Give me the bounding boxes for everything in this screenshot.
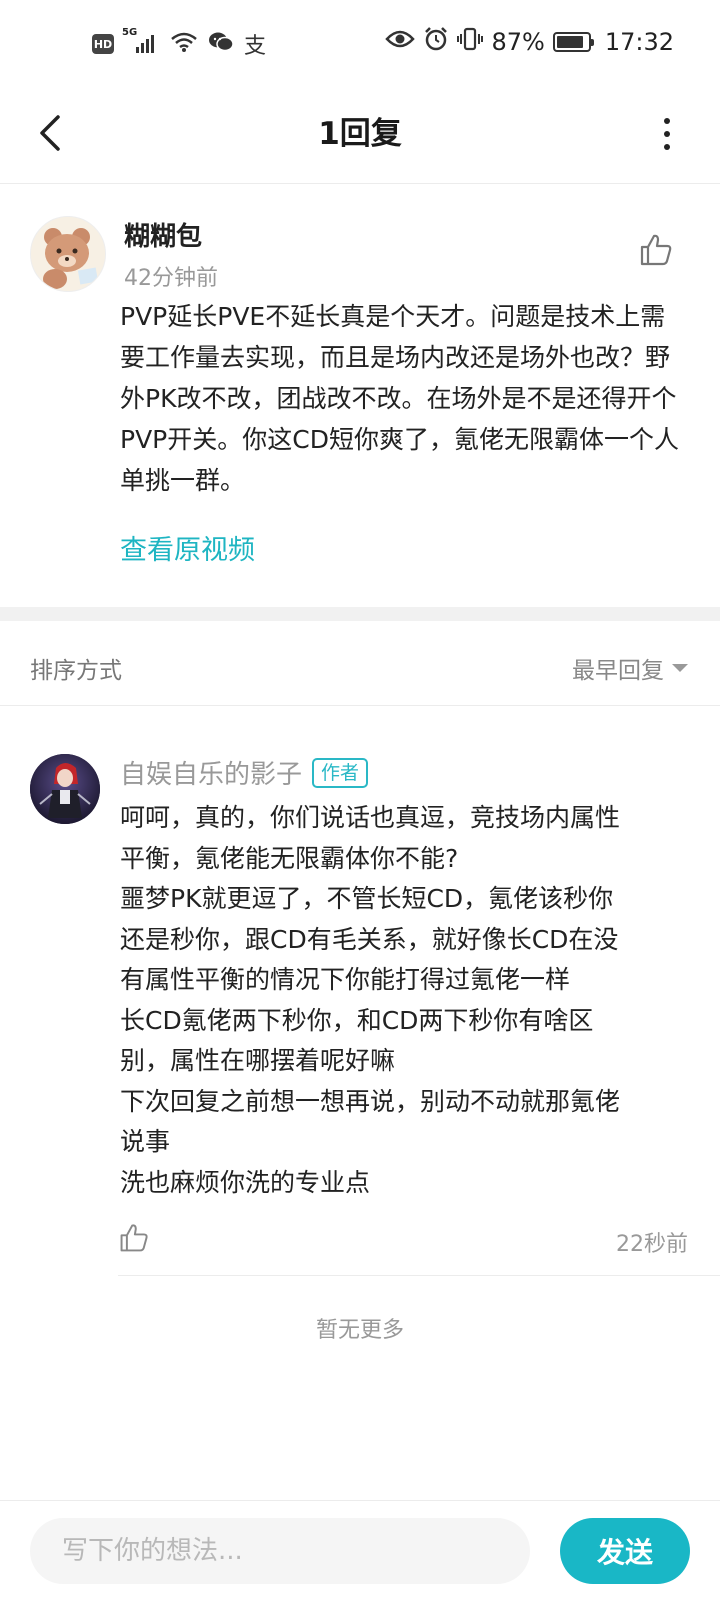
more-dot-icon xyxy=(664,118,670,124)
reply-line: 别，属性在哪摆着呢好嘛 xyxy=(120,1046,396,1075)
author-badge: 作者 xyxy=(312,757,369,788)
vibrate-icon xyxy=(457,26,484,58)
more-dot-icon xyxy=(664,131,670,137)
battery-fill xyxy=(556,36,583,48)
reply-line: 下次回复之前想一想再说，别动不动就那氪佬 xyxy=(120,1086,621,1116)
page-title: 1回复 xyxy=(318,116,402,152)
like-button[interactable] xyxy=(118,1222,150,1254)
caret-down-icon xyxy=(672,664,688,672)
send-button[interactable]: 发送 xyxy=(560,1518,690,1584)
thumbs-up-icon xyxy=(120,1224,148,1252)
battery-percent: 87% xyxy=(491,28,545,56)
reply-line: 呵呵，真的，你们说话也真逗，竞技场内属性 xyxy=(120,803,621,832)
alarm-icon xyxy=(423,26,449,58)
clock: 17:32 xyxy=(604,28,674,56)
reply-line: 说事 xyxy=(120,1127,171,1156)
thumbs-up-icon xyxy=(640,234,672,266)
reply-author[interactable]: 自娱自乐的影子 xyxy=(120,754,302,791)
reply-line: 长CD氪佬两下秒你，和CD两下秒你有啥区 xyxy=(120,1005,594,1035)
reply-author-row: 自娱自乐的影子 作者 xyxy=(120,754,369,791)
battery-icon xyxy=(552,32,594,52)
main-comment: 糊糊包 42分钟前 PVP延长PVE不延长真是个天才。问题是技术上需要工作量去实… xyxy=(0,184,720,608)
view-original-video-link[interactable]: 查看原视频 xyxy=(120,528,255,567)
reply-line: 还是秒你，跟CD有毛关系，就好像长CD在没 xyxy=(120,924,619,954)
reply-item: 自娱自乐的影子 作者 呵呵，真的，你们说话也真逗，竞技场内属性 平衡，氪佬能无限… xyxy=(0,706,720,1276)
alipay-icon: 支 xyxy=(244,34,267,59)
bottom-input-bar: 发送 xyxy=(0,1500,720,1601)
status-bar: HD 5G 支 87% 17:32 xyxy=(0,0,720,88)
sort-dropdown[interactable]: 最早回复 xyxy=(572,651,688,685)
section-separator xyxy=(0,607,720,621)
comment-input[interactable] xyxy=(30,1518,530,1584)
reply-line: 洗也麻烦你洗的专业点 xyxy=(120,1167,371,1197)
bear-avatar-icon xyxy=(31,217,105,291)
more-dot-icon xyxy=(664,144,670,150)
top-nav: 1回复 xyxy=(0,88,720,184)
like-button[interactable] xyxy=(638,232,674,268)
reply-line: 噩梦PK就更逗了，不管长短CD，氪佬该秒你 xyxy=(120,884,614,913)
no-more-label: 暂无更多 xyxy=(315,1318,404,1343)
wifi-icon xyxy=(170,31,198,57)
status-right: 87% 17:32 xyxy=(385,26,674,58)
reply-line: 平衡，氪佬能无限霸体你不能? xyxy=(120,843,459,873)
comment-body: PVP延长PVE不延长真是个天才。问题是技术上需要工作量去实现，而且是场内改还是… xyxy=(120,302,679,495)
sort-label: 排序方式 xyxy=(30,658,122,684)
avatar[interactable] xyxy=(30,754,100,824)
avatar[interactable] xyxy=(30,216,106,292)
hd-badge: HD xyxy=(92,34,114,54)
network-type: 5G xyxy=(122,27,138,38)
signal-icon: 5G xyxy=(122,27,160,55)
more-menu-button[interactable] xyxy=(652,112,682,156)
reply-time: 22秒前 xyxy=(616,1232,688,1257)
sort-selected-value: 最早回复 xyxy=(572,658,664,684)
wechat-icon xyxy=(208,31,234,57)
eye-icon xyxy=(385,28,416,56)
sort-bar: 排序方式 最早回复 xyxy=(0,621,720,705)
status-left: HD 5G 支 xyxy=(92,27,267,60)
character-avatar-icon xyxy=(30,754,100,824)
comment-author[interactable]: 糊糊包 xyxy=(124,216,202,253)
reply-line: 有属性平衡的情况下你能打得过氪佬一样 xyxy=(120,965,571,994)
reply-body: 呵呵，真的，你们说话也真逗，竞技场内属性 平衡，氪佬能无限霸体你不能? 噩梦PK… xyxy=(120,798,690,1203)
comment-time: 42分钟前 xyxy=(124,266,218,291)
divider xyxy=(118,1275,720,1276)
